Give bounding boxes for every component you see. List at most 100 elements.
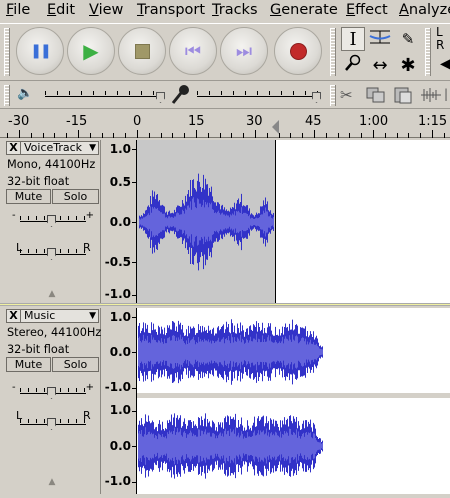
track-separator: [0, 303, 450, 306]
tools-grip[interactable]: [330, 28, 336, 76]
record-button[interactable]: [274, 27, 322, 75]
music-waveform: [137, 319, 450, 479]
gain-plus: +: [85, 382, 94, 393]
ruler-tick: [89, 133, 91, 138]
pause-button[interactable]: ❚❚: [16, 27, 64, 75]
draw-tool[interactable]: ✎: [396, 27, 420, 51]
gain-thumb[interactable]: [47, 387, 56, 399]
track-control-panel[interactable]: X VoiceTrack ▼ Mono, 44100Hz 32-bit floa…: [4, 140, 101, 303]
track-menu-arrow-icon: ▼: [89, 143, 96, 153]
ruler-tick: [231, 133, 233, 138]
close-track-button[interactable]: X: [7, 310, 21, 322]
toolbar-grip[interactable]: [4, 28, 10, 76]
gain-slider[interactable]: - +: [12, 382, 94, 401]
output-volume-thumb[interactable]: [156, 92, 165, 103]
solo-button[interactable]: Solo: [52, 189, 99, 204]
gain-slider[interactable]: - +: [12, 210, 94, 229]
play-head-marker[interactable]: [272, 120, 279, 134]
zoom-icon: [344, 54, 362, 76]
menu-file[interactable]: File: [6, 2, 30, 18]
track-control-panel[interactable]: X Music ▼ Stereo, 44100Hz 32-bit float M…: [4, 308, 101, 494]
selection-tool[interactable]: I: [341, 27, 365, 51]
meter-arrow-icon[interactable]: ◀: [440, 56, 450, 72]
timeshift-icon: ↔: [372, 54, 388, 76]
scale-label: 1.0: [109, 142, 131, 156]
output-volume-slider[interactable]: [45, 96, 163, 97]
input-volume-slider[interactable]: [197, 96, 319, 97]
collapse-track-icon[interactable]: ▲: [44, 289, 60, 299]
music-waveform-area[interactable]: [137, 308, 450, 494]
scale-label: -1.0: [104, 380, 131, 394]
record-icon: [289, 42, 307, 60]
voice-waveform-area[interactable]: [137, 140, 450, 303]
gain-minus: -: [12, 210, 16, 221]
menu-edit[interactable]: Edit: [47, 2, 75, 18]
ruler-tick: [337, 133, 339, 138]
solo-button[interactable]: Solo: [52, 357, 99, 372]
ruler-tick: [66, 133, 68, 138]
close-track-button[interactable]: X: [7, 142, 21, 154]
menu-effect[interactable]: Effect: [346, 2, 388, 18]
silence-icon[interactable]: |: [444, 87, 448, 101]
ruler-tick: [325, 133, 327, 138]
play-button[interactable]: ▶: [67, 27, 115, 75]
menu-view[interactable]: View: [89, 2, 123, 18]
stop-icon: [134, 43, 150, 59]
microphone-icon: [170, 84, 190, 110]
input-volume-ticks: [197, 91, 319, 95]
collapse-track-icon[interactable]: ▲: [44, 477, 60, 487]
mixer-grip[interactable]: [4, 85, 10, 106]
skip-start-button[interactable]: ⏮: [169, 27, 217, 75]
copy-icon[interactable]: [366, 86, 386, 108]
ruler-tick: [373, 130, 374, 138]
transport-toolbar: ❚❚ ▶ ⏮ ⏭ I ✎ ↔ ✱ LR ◀: [0, 23, 450, 81]
pan-slider[interactable]: [12, 246, 94, 262]
ruler-tick: [314, 130, 315, 138]
mute-button[interactable]: Mute: [6, 189, 51, 204]
menu-analyze[interactable]: Analyze: [399, 2, 450, 18]
menu-transport[interactable]: Transport: [137, 2, 205, 18]
track-name-button[interactable]: X VoiceTrack ▼: [6, 141, 99, 155]
ruler-tick: [361, 133, 363, 138]
ruler-tick: [196, 130, 197, 138]
ruler-label: -15: [66, 114, 88, 129]
envelope-tool[interactable]: [368, 27, 392, 51]
paste-icon[interactable]: [393, 86, 413, 108]
ruler-tick: [78, 130, 79, 138]
multi-tool[interactable]: ✱: [396, 53, 420, 77]
menu-generate[interactable]: Generate: [270, 2, 338, 18]
cut-icon[interactable]: ✂: [340, 86, 353, 104]
music-track: X Music ▼ Stereo, 44100Hz 32-bit float M…: [4, 308, 450, 494]
ruler-tick: [420, 133, 422, 138]
gain-minus: -: [12, 382, 16, 393]
zoom-tool[interactable]: [341, 53, 365, 77]
ruler-tick: [243, 133, 245, 138]
envelope-icon: [369, 27, 391, 51]
stop-button[interactable]: [118, 27, 166, 75]
track-name-button[interactable]: X Music ▼: [6, 309, 99, 323]
pan-thumb[interactable]: [47, 248, 56, 260]
meter-labels: LR: [436, 26, 444, 52]
ruler-tick: [384, 133, 386, 138]
track-name: Music: [24, 309, 56, 322]
track-name: VoiceTrack: [24, 141, 83, 154]
channel-separator: [137, 393, 450, 398]
gain-thumb[interactable]: [47, 215, 56, 227]
scale-label: 1.0: [109, 310, 131, 324]
edit-grip[interactable]: [330, 85, 336, 106]
meter-grip[interactable]: [425, 28, 431, 76]
menu-tracks[interactable]: Tracks: [212, 2, 258, 18]
vertical-scale: 1.0 0.0 -1.0 1.0 0.0 -1.0: [101, 308, 137, 494]
timeline-ruler[interactable]: -30 -15 0 15 30 45 1:00 1:15: [0, 110, 450, 138]
vertical-scale: 1.0 0.5 0.0 -0.5 -1.0: [101, 140, 137, 303]
ruler-tick: [125, 133, 127, 138]
skip-end-button[interactable]: ⏭: [220, 27, 268, 75]
trim-icon[interactable]: [420, 87, 442, 107]
pan-thumb[interactable]: [47, 418, 56, 430]
input-volume-thumb[interactable]: [312, 92, 321, 103]
ruler-tick: [184, 133, 186, 138]
track-menu-arrow-icon: ▼: [89, 311, 96, 321]
timeshift-tool[interactable]: ↔: [368, 53, 392, 77]
pan-slider[interactable]: [12, 416, 94, 432]
mute-button[interactable]: Mute: [6, 357, 51, 372]
